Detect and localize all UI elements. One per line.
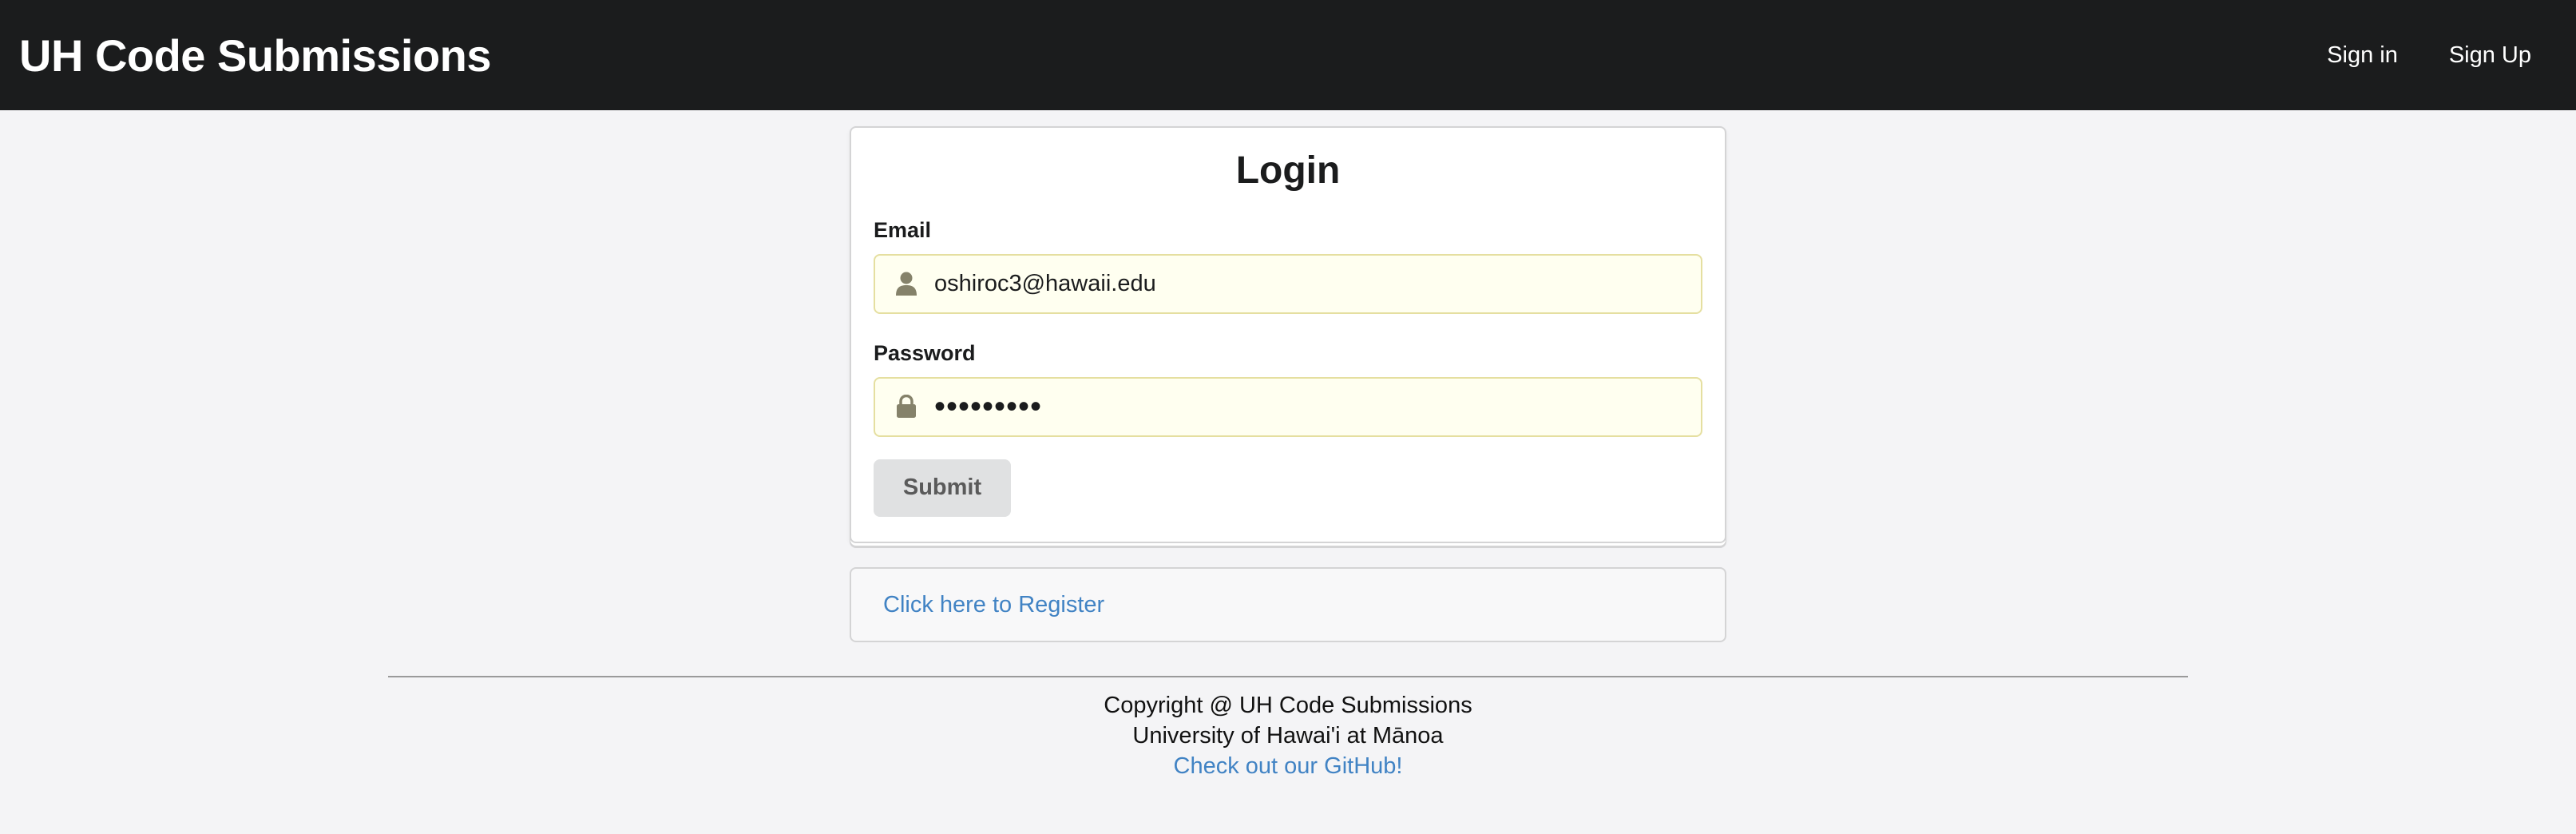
email-field-wrapper	[874, 253, 1702, 314]
password-field-wrapper	[874, 376, 1702, 437]
brand-title[interactable]: UH Code Submissions	[19, 30, 492, 81]
login-card: Login Email Password Submit	[850, 126, 1726, 543]
lock-icon	[894, 394, 918, 419]
register-message: Click here to Register	[850, 567, 1726, 642]
register-link[interactable]: Click here to Register	[883, 592, 1104, 618]
github-link[interactable]: Check out our GitHub!	[0, 751, 2576, 781]
footer-copyright: Copyright @ UH Code Submissions	[1104, 693, 1472, 718]
password-label: Password	[874, 340, 976, 365]
submit-button[interactable]: Submit	[874, 459, 1011, 517]
password-input[interactable]	[875, 378, 1701, 435]
email-label: Email	[874, 217, 932, 242]
nav-links: Sign in Sign Up	[2301, 0, 2557, 110]
email-input[interactable]	[875, 255, 1701, 312]
footer-divider	[388, 676, 2188, 677]
sign-in-link[interactable]: Sign in	[2301, 0, 2423, 110]
footer-university: University of Hawai'i at Mānoa	[1132, 723, 1444, 749]
top-navbar: UH Code Submissions Sign in Sign Up	[0, 0, 2576, 110]
login-title: Login	[1235, 149, 1341, 192]
sign-up-link[interactable]: Sign Up	[2423, 0, 2557, 110]
footer: Copyright @ UH Code Submissions Universi…	[0, 690, 2576, 781]
user-icon	[894, 271, 918, 296]
